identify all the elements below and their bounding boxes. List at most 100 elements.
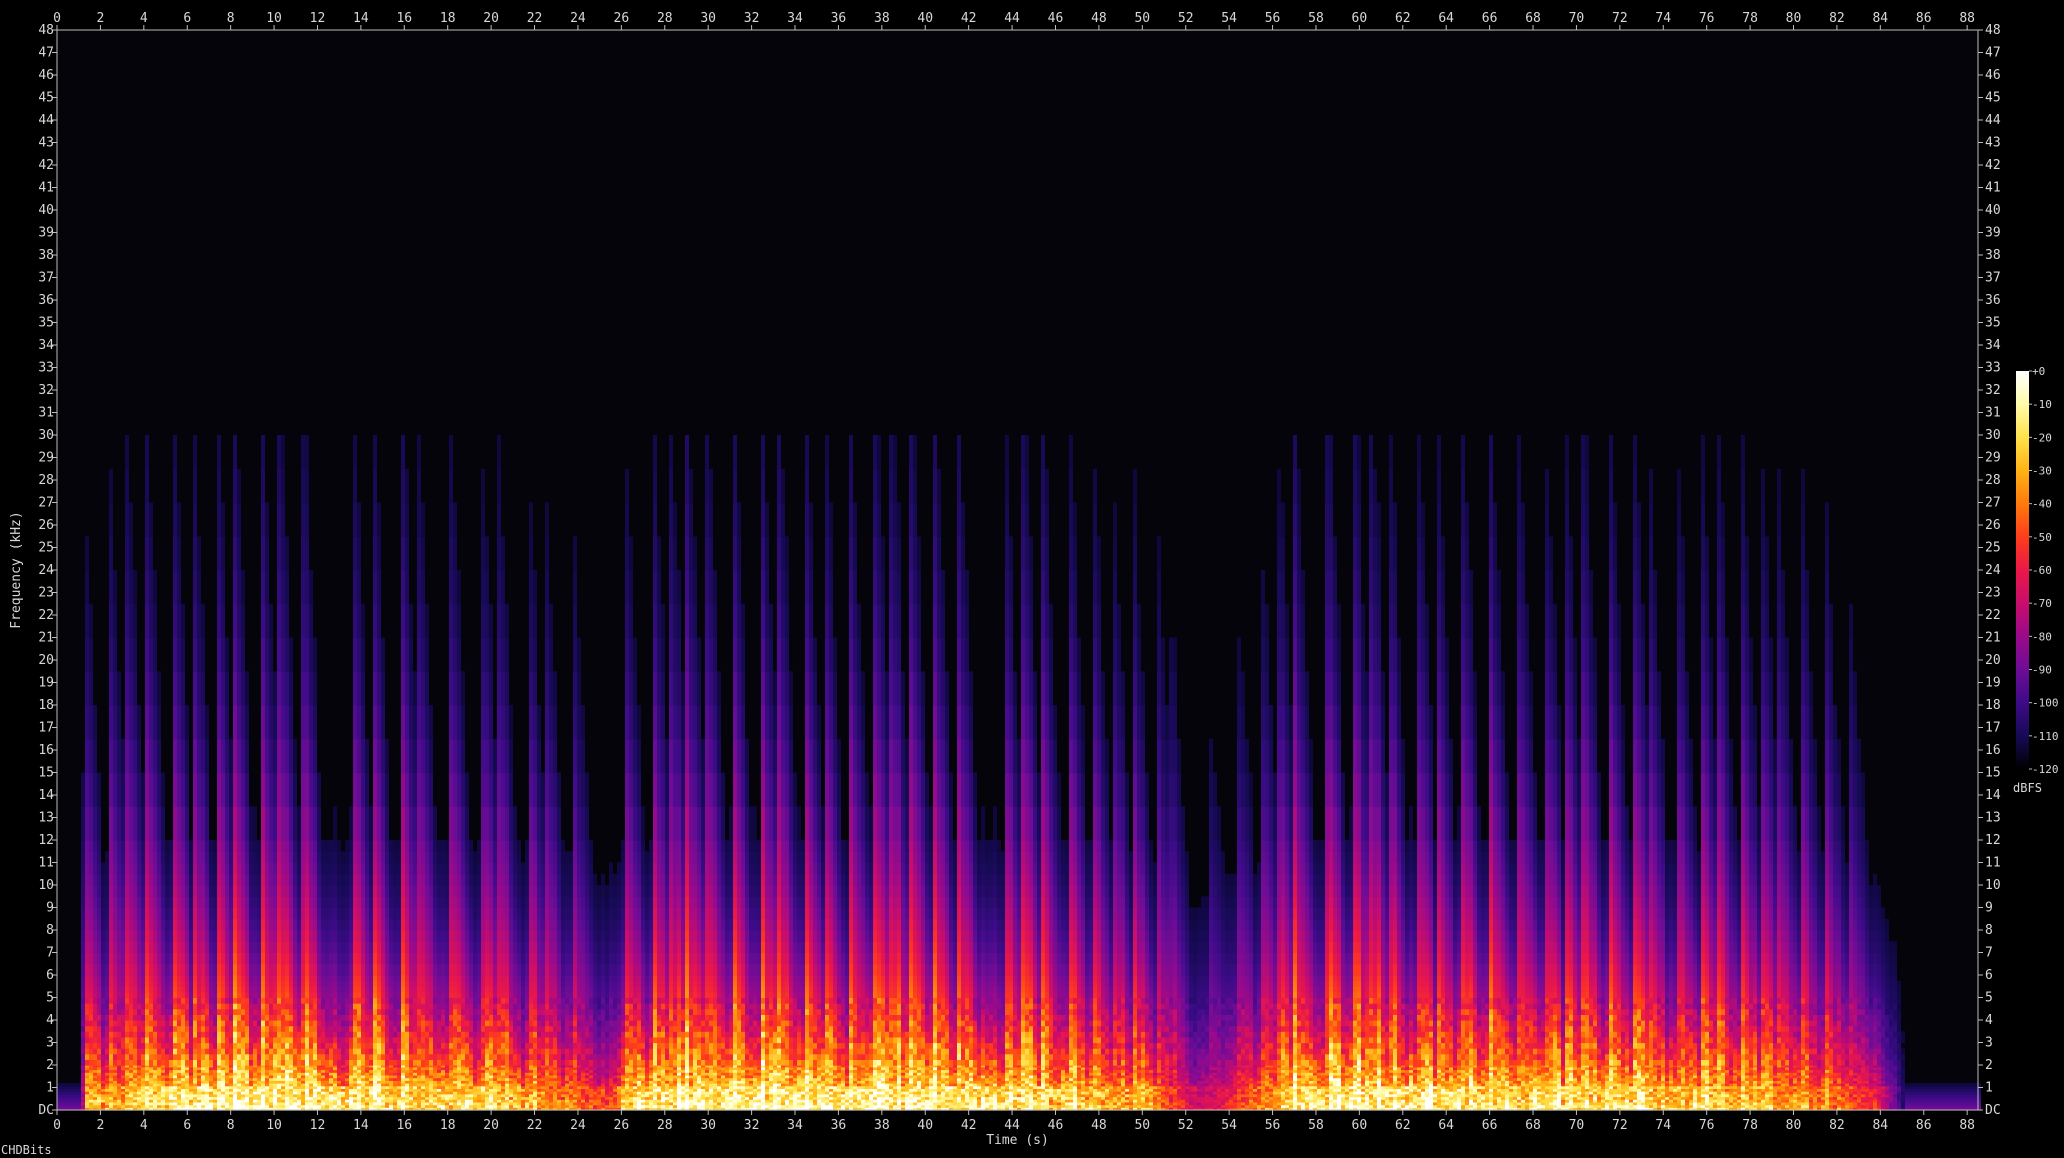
spectrogram-cell: [341, 1008, 345, 1015]
spectrogram-cell: [449, 806, 453, 841]
spectrogram-cell: [169, 1059, 173, 1066]
spectrogram-cell: [161, 862, 165, 875]
spectrogram-cell: [433, 1014, 437, 1021]
spectrogram-cell: [153, 952, 157, 965]
spectrogram-cell: [361, 738, 365, 774]
spectrogram-cell: [329, 930, 333, 942]
spectrogram-cell: [213, 1053, 217, 1060]
spectrogram-cell: [329, 1025, 333, 1032]
spectrogram-cell: [141, 885, 145, 897]
spectrogram-cell: [241, 885, 245, 897]
spectrogram-cell: [369, 991, 373, 999]
spectrogram-cell: [221, 671, 225, 706]
spectrogram-cell: [449, 896, 453, 909]
spectrogram-cell: [373, 1008, 377, 1015]
spectrogram-cell: [129, 986, 133, 993]
spectrogram-cell: [233, 1042, 237, 1049]
spectrogram-column: [449, 435, 453, 1111]
spectrogram-cell: [89, 772, 93, 807]
spectrogram-cell: [373, 671, 377, 706]
spectrogram-cell: [445, 952, 449, 965]
spectrogram-cell: [261, 536, 265, 571]
spectrogram-column: [409, 603, 413, 1111]
spectrogram-cell: [85, 840, 89, 852]
spectrogram-cell: [413, 1059, 417, 1066]
spectrogram-cell: [221, 603, 225, 639]
spectrogram-cell: [237, 873, 241, 886]
spectrogram-cell: [397, 975, 401, 982]
spectrogram-cell: [425, 1042, 429, 1049]
spectrogram-cell: [317, 806, 321, 841]
spectrogram-cell: [173, 603, 177, 639]
spectrogram-cell: [141, 772, 145, 807]
spectrogram-cell: [345, 975, 349, 982]
spectrogram-cell: [109, 772, 113, 807]
spectrogram-cell: [369, 851, 373, 864]
spectrogram-cell: [201, 840, 205, 852]
spectrogram-cell: [177, 862, 181, 875]
spectrogram-cell: [85, 862, 89, 875]
spectrogram-cell: [329, 963, 333, 976]
spectrogram-cell: [201, 862, 205, 875]
spectrogram-cell: [93, 851, 97, 864]
spectrogram-cell: [237, 738, 241, 774]
spectrogram-cell: [153, 738, 157, 774]
spectrogram-cell: [233, 536, 237, 571]
spectrogram-column: [321, 840, 325, 1111]
spectrogram-cell: [341, 851, 345, 864]
spectrogram-cell: [381, 918, 385, 931]
spectrogram-cell: [281, 1008, 285, 1015]
spectrogram-cell: [405, 502, 409, 537]
spectrogram-cell: [185, 1020, 189, 1027]
spectrogram-cell: [397, 986, 401, 993]
spectrogram-column: [85, 536, 89, 1111]
spectrogram-cell: [125, 468, 129, 504]
spectrogram-cell: [389, 1036, 393, 1044]
spectrogram-cell: [117, 930, 121, 942]
spectrogram-cell: [149, 806, 153, 841]
spectrogram-cell: [209, 1048, 213, 1055]
spectrogram-cell: [273, 1036, 277, 1044]
spectrogram-cell: [373, 1003, 377, 1010]
spectrogram-column: [461, 671, 465, 1111]
spectrogram-cell: [233, 862, 237, 875]
spectrogram-column: [337, 840, 341, 1111]
spectrogram-cell: [169, 975, 173, 982]
spectrogram-column: [405, 468, 409, 1111]
spectrogram-cell: [249, 851, 253, 864]
spectrogram-cell: [373, 885, 377, 897]
spectrogram-cell: [393, 997, 397, 1004]
spectrogram-cell: [353, 1053, 357, 1060]
spectrogram-cell: [113, 671, 117, 706]
spectrogram-cell: [405, 1020, 409, 1027]
spectrogram-cell: [217, 991, 221, 999]
spectrogram-cell: [269, 1048, 273, 1055]
spectrogram-cell: [373, 468, 377, 504]
spectrogram-cell: [309, 603, 313, 639]
spectrogram-cell: [217, 873, 221, 886]
spectrogram-cell: [369, 963, 373, 976]
spectrogram-cell: [441, 991, 445, 999]
spectrogram-cell: [281, 918, 285, 931]
spectrogram-cell: [225, 637, 229, 672]
spectrogram-column: [77, 1083, 81, 1111]
spectrogram-cell: [401, 986, 405, 993]
spectrogram-cell: [373, 502, 377, 537]
spectrogram-cell: [93, 862, 97, 875]
spectrogram-cell: [133, 997, 137, 1004]
spectrogram-cell: [341, 986, 345, 993]
spectrogram-cell: [165, 918, 169, 931]
spectrogram-cell: [125, 671, 129, 706]
spectrogram-cell: [209, 1003, 213, 1010]
spectrogram-cell: [133, 705, 137, 740]
spectrogram-cell: [397, 1031, 401, 1038]
spectrogram-cell: [401, 963, 405, 976]
spectrogram-cell: [405, 862, 409, 875]
spectrogram-cell: [429, 963, 433, 976]
spectrogram-cell: [293, 980, 297, 987]
spectrogram-cell: [313, 1042, 317, 1049]
spectrogram-cell: [357, 637, 361, 672]
spectrogram-cell: [157, 980, 161, 987]
spectrogram-cell: [321, 1042, 325, 1049]
spectrogram-cell: [301, 671, 305, 706]
